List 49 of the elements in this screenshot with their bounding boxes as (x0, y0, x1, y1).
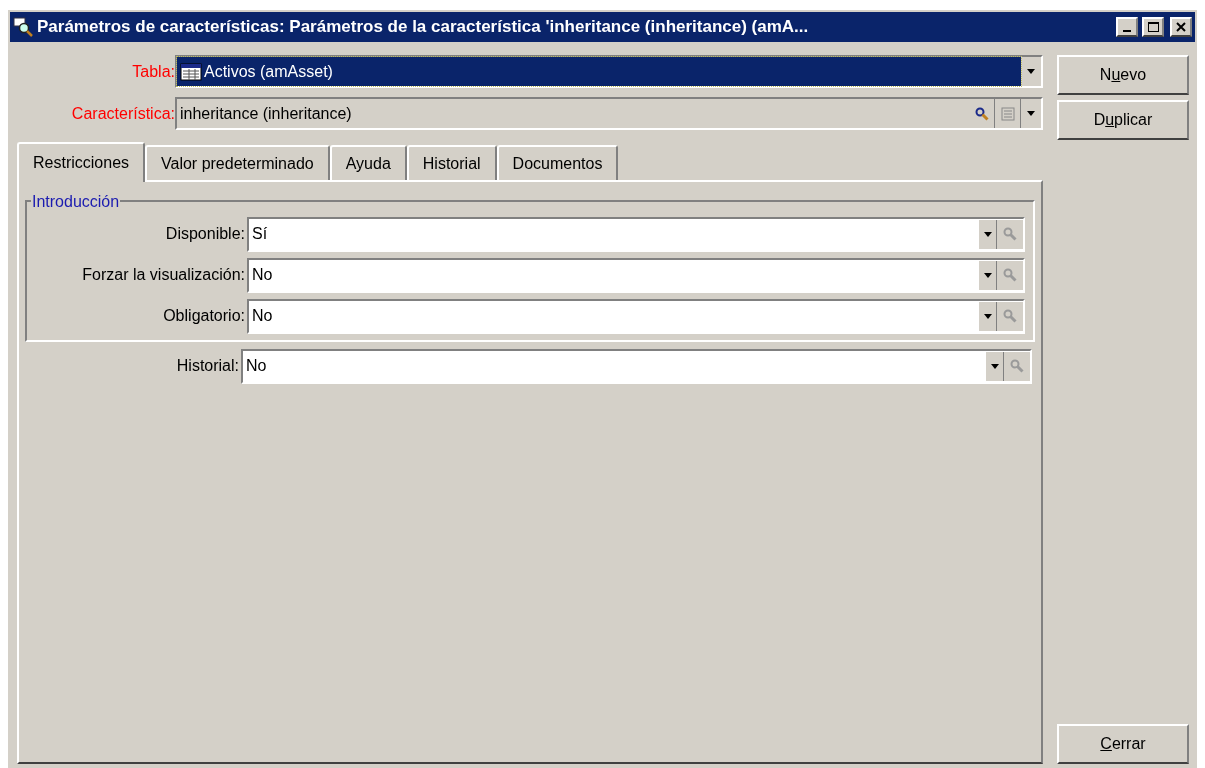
tab[interactable]: Documentos (496, 145, 619, 180)
field-label: Obligatorio: (162, 306, 246, 326)
search-icon (1003, 227, 1017, 241)
field-value: inheritance (inheritance) (180, 103, 352, 124)
field-value: No (251, 306, 274, 326)
caret-icon (1027, 111, 1035, 116)
tab[interactable]: Ayuda (329, 145, 407, 180)
field-label: Historial: (175, 356, 240, 376)
caret-icon (983, 272, 992, 278)
search-icon (1010, 359, 1024, 373)
maximize-button[interactable] (1142, 17, 1164, 37)
tab[interactable]: Valor predeterminado (145, 145, 330, 180)
search-icon (974, 106, 989, 121)
field-value: No (251, 265, 274, 285)
caret-icon (983, 231, 992, 237)
close-button[interactable] (1170, 17, 1192, 37)
dropdown-field[interactable]: No (247, 257, 1025, 293)
dropdown-button[interactable] (986, 351, 1004, 381)
dropdown-button[interactable] (979, 301, 997, 331)
caret-icon (990, 363, 999, 369)
table-icon (180, 62, 202, 81)
field-value: Sí (251, 224, 269, 244)
field-label: Disponible: (164, 224, 246, 244)
field-label: Forzar la visualización: (81, 265, 246, 285)
dropdown-field[interactable]: Sí (247, 216, 1025, 252)
caret-icon (983, 313, 992, 319)
dropdown-button[interactable] (979, 260, 997, 290)
dropdown-button[interactable] (979, 219, 997, 249)
combo-field[interactable]: inheritance (inheritance) (175, 97, 1043, 130)
caret-icon (1027, 69, 1035, 74)
field-label: Tabla: (131, 61, 175, 82)
magnifier-icon (13, 17, 33, 37)
field-value: Activos (amAsset) (204, 61, 333, 82)
dropdown-field[interactable]: No (247, 298, 1025, 334)
x-icon (1176, 22, 1186, 32)
minimize-button[interactable] (1116, 17, 1138, 37)
tab[interactable]: Restricciones (17, 142, 146, 182)
combo-field[interactable]: Activos (amAsset) (175, 55, 1043, 88)
form-icon (1000, 106, 1015, 121)
search-icon (1003, 268, 1017, 282)
tab[interactable]: Historial (406, 145, 497, 180)
field-label: Característica: (70, 103, 175, 124)
dropdown-field[interactable]: No (241, 348, 1032, 384)
window-title: Parámetros de características: Parámetros de la característica 'inheritance (inheritance) (amA... (37, 16, 810, 39)
button[interactable]: Nuevo (1057, 55, 1189, 95)
field-value: No (245, 356, 268, 376)
button[interactable]: Duplicar (1057, 100, 1189, 140)
search-icon (1003, 309, 1017, 323)
button[interactable]: Cerrar (1057, 724, 1189, 764)
